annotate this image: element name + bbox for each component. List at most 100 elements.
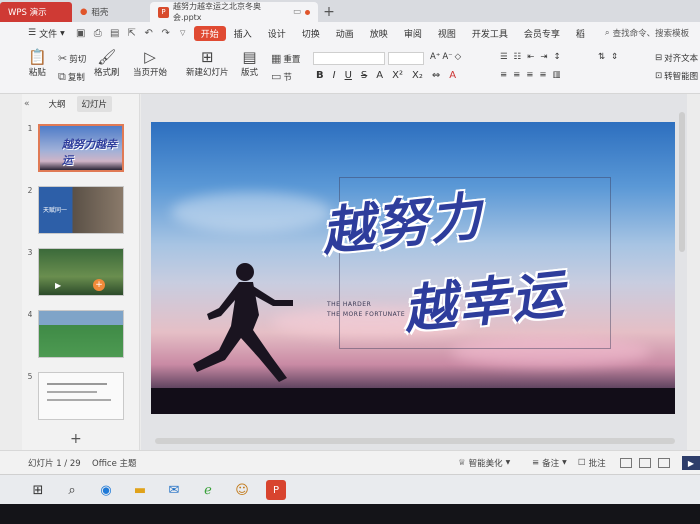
menu-transitions[interactable]: 切换 [294, 22, 328, 44]
app-icon[interactable]: ☺ [232, 480, 252, 500]
menu-developer[interactable]: 开发工具 [464, 22, 516, 44]
slide-thumbnail[interactable]: 天赋同一 [38, 186, 124, 234]
align-left-icon[interactable]: ≡ [500, 70, 507, 80]
tab-slides[interactable]: 幻灯片 [76, 96, 113, 112]
menu-animations[interactable]: 动画 [328, 22, 362, 44]
indent-decrease-icon[interactable]: ⇤ [527, 52, 534, 62]
new-slide-button[interactable]: ⊞ 新建幻灯片 [186, 48, 229, 78]
notes-button[interactable]: ≡ 备注 ▼ [532, 457, 567, 469]
file-menu[interactable]: ☰ 文件 ▼ [28, 27, 65, 40]
ie-browser-icon[interactable]: ℯ [198, 480, 218, 500]
slide-thumb-row[interactable]: 2 天赋同一 [22, 186, 124, 234]
menu-member[interactable]: 会员专享 [516, 22, 568, 44]
play-video-icon[interactable]: ▶ [55, 281, 61, 290]
menu-slideshow[interactable]: 放映 [362, 22, 396, 44]
font-size-select[interactable] [388, 52, 424, 65]
italic-icon[interactable]: I [333, 70, 336, 81]
play-from-current-button[interactable]: ▷ 当页开始 [133, 48, 167, 78]
tab-wps-home[interactable]: WPS 演示 [0, 2, 72, 22]
format-painter-button[interactable]: 🖌 格式刷 [94, 48, 120, 78]
edge-browser-icon[interactable]: ◉ [96, 480, 116, 500]
align-right-icon[interactable]: ≡ [526, 70, 533, 80]
paragraph-group-top: ☰ ☷ ⇤ ⇥ ↕ [500, 52, 561, 62]
reading-view-icon[interactable] [658, 457, 670, 468]
slide-thumbnail[interactable] [38, 372, 124, 420]
wps-presentation-icon[interactable]: P [266, 480, 286, 500]
slide-thumb-row[interactable]: 4 [22, 310, 124, 358]
convert-smartart-button[interactable]: ⊡ 转智能图 [655, 70, 698, 82]
font-color-icon[interactable]: A [449, 70, 456, 81]
slide-thumb-row[interactable]: 5 [22, 372, 124, 420]
indent-increase-icon[interactable]: ⇥ [540, 52, 547, 62]
numbering-icon[interactable]: ☷ [514, 52, 522, 62]
vertical-scrollbar[interactable] [679, 112, 685, 252]
char-spacing-icon[interactable]: ⇔ [432, 70, 440, 81]
windows-start-icon[interactable]: ⊞ [28, 480, 48, 500]
font-grow-icon[interactable]: A⁺ [430, 52, 440, 62]
slide-thumbnail-panel: « 大纲 幻灯片 1 越努力越幸运 2 天赋同一 3 ▶ + 4 5 + [22, 94, 140, 450]
menu-daoke[interactable]: 稻 [568, 22, 593, 44]
slide-thumb-row[interactable]: 3 ▶ + [22, 248, 124, 296]
menu-design[interactable]: 设计 [260, 22, 294, 44]
strikethrough-icon[interactable]: S [361, 70, 367, 81]
layout-label: 版式 [241, 68, 259, 78]
print-preview-icon[interactable]: ▤ [109, 27, 121, 39]
command-search[interactable]: ⌕ 查找命令、搜索模板 [605, 27, 689, 39]
add-slide-button[interactable]: + [70, 431, 82, 447]
slideshow-play-button[interactable]: ▶ [682, 456, 700, 470]
menu-insert[interactable]: 插入 [226, 22, 260, 44]
font-family-select[interactable] [313, 52, 385, 65]
tab-document[interactable]: P 越努力越幸运之北京冬奥会.pptx ▭ [150, 2, 318, 22]
superscript-icon[interactable]: X² [392, 70, 403, 81]
normal-view-icon[interactable] [620, 457, 632, 468]
font-shrink-icon[interactable]: A⁻ [442, 52, 452, 62]
customize-icon[interactable]: ▽ [177, 27, 189, 39]
current-slide[interactable]: 越努力 越幸运 THE HARDER THE MORE FORTUNATE [151, 122, 675, 414]
copy-button[interactable]: ⧉ 复制 [58, 70, 85, 84]
menu-review[interactable]: 审阅 [396, 22, 430, 44]
redo-icon[interactable]: ↷ [160, 27, 172, 39]
print-icon[interactable]: ⎙ [92, 27, 104, 39]
menu-view[interactable]: 视图 [430, 22, 464, 44]
slide-thumbnail[interactable] [38, 310, 124, 358]
horizontal-scrollbar[interactable] [155, 438, 675, 444]
add-circle-icon[interactable]: + [93, 279, 105, 291]
align-text-button[interactable]: ⊟ 对齐文本 [655, 52, 698, 64]
collapse-panel-icon[interactable]: « [24, 99, 30, 109]
section-button[interactable]: ▭ 节 [271, 70, 292, 83]
line-spacing-icon[interactable]: ↕ [554, 52, 561, 62]
underline-icon[interactable]: U [345, 70, 352, 81]
save-icon[interactable]: ▣ [75, 27, 87, 39]
layout-button[interactable]: ▤ 版式 [241, 48, 258, 78]
clear-format-icon[interactable]: ◇ [455, 52, 462, 62]
daoke-icon: ● [80, 7, 88, 17]
slide-thumbnail[interactable]: 越努力越幸运 [38, 124, 124, 172]
smart-beautify-button[interactable]: ♕ 智能美化 ▼ [458, 457, 510, 469]
menu-home[interactable]: 开始 [193, 25, 226, 41]
distribute-icon[interactable]: ▥ [553, 70, 561, 80]
text-direction-icon[interactable]: ⇅ [598, 52, 605, 62]
paste-button[interactable]: 📋 粘贴 [28, 48, 47, 78]
bullets-icon[interactable]: ☰ [500, 52, 508, 62]
shadow-icon[interactable]: A [376, 70, 383, 81]
tab-outline[interactable]: 大纲 [44, 96, 71, 112]
justify-icon[interactable]: ≡ [539, 70, 546, 80]
text-align-vertical-icon[interactable]: ⇕ [611, 52, 618, 62]
search-icon[interactable]: ⌕ [62, 480, 82, 500]
window-icon[interactable]: ▭ [293, 7, 301, 17]
slide-thumbnail[interactable]: ▶ + [38, 248, 124, 296]
align-center-icon[interactable]: ≡ [513, 70, 520, 80]
subscript-icon[interactable]: X₂ [412, 70, 423, 81]
mail-icon[interactable]: ✉ [164, 480, 184, 500]
slide-sorter-icon[interactable] [639, 457, 651, 468]
slide-thumb-row[interactable]: 1 越努力越幸运 [22, 124, 124, 172]
bold-icon[interactable]: B [316, 70, 324, 81]
file-explorer-icon[interactable]: ▬ [130, 480, 150, 500]
new-tab-button[interactable]: + [318, 2, 340, 22]
export-icon[interactable]: ⇱ [126, 27, 138, 39]
comments-button[interactable]: ☐ 批注 [578, 457, 606, 469]
tab-daoke[interactable]: ● 稻壳 [72, 2, 150, 22]
undo-icon[interactable]: ↶ [143, 27, 155, 39]
reset-button[interactable]: ▦ 重置 [271, 52, 300, 65]
cut-button[interactable]: ✂ 剪切 [58, 52, 86, 65]
